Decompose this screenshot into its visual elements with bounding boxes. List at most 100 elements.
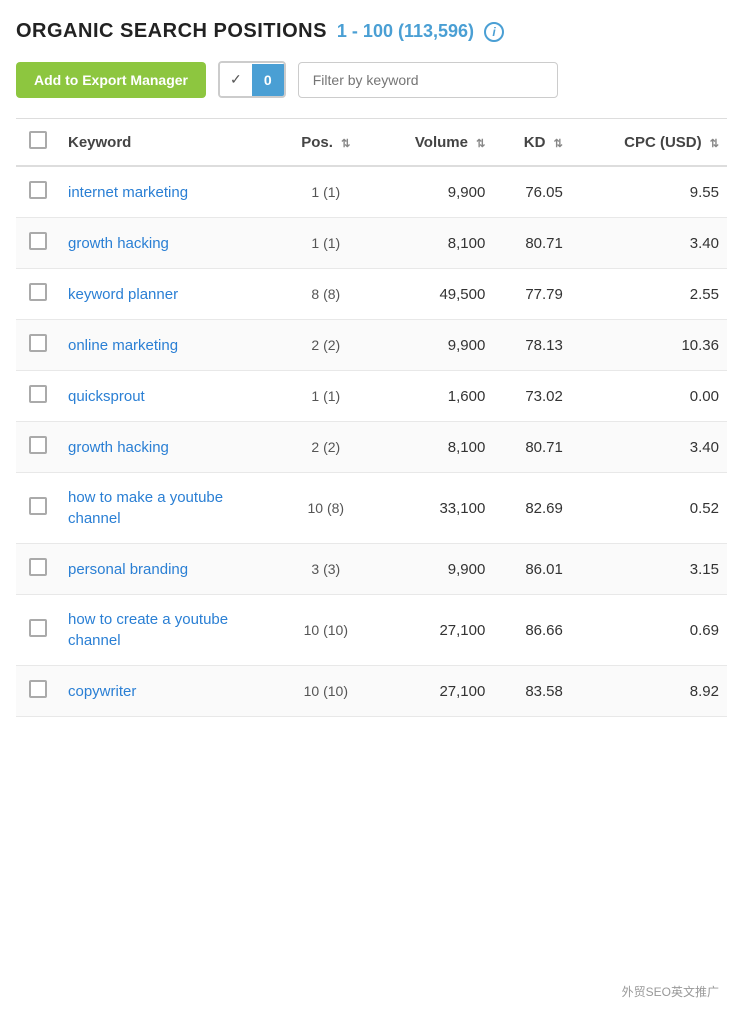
row-checkbox-cell <box>16 595 60 666</box>
badge-container: ✓ 0 <box>218 61 286 98</box>
row-kd: 78.13 <box>493 320 571 371</box>
row-checkbox[interactable] <box>29 558 47 576</box>
keyword-link[interactable]: internet marketing <box>68 184 188 201</box>
row-checkbox[interactable] <box>29 334 47 352</box>
row-pos: 1 (1) <box>280 218 372 269</box>
row-volume: 49,500 <box>372 269 494 320</box>
keyword-link[interactable]: how to create a youtube channel <box>68 611 228 649</box>
col-header-kd[interactable]: KD ⇅ <box>493 119 571 167</box>
table-row: growth hacking 1 (1) 8,100 80.71 3.40 <box>16 218 727 269</box>
export-button[interactable]: Add to Export Manager <box>16 62 206 98</box>
row-pos: 10 (10) <box>280 666 372 717</box>
info-icon[interactable]: i <box>484 22 504 42</box>
row-cpc: 10.36 <box>571 320 727 371</box>
row-checkbox[interactable] <box>29 385 47 403</box>
keyword-link[interactable]: growth hacking <box>68 439 169 456</box>
row-checkbox-cell <box>16 544 60 595</box>
row-checkbox-cell <box>16 666 60 717</box>
row-cpc: 3.15 <box>571 544 727 595</box>
sort-cpc-icon: ⇅ <box>710 137 719 150</box>
row-keyword: keyword planner <box>60 269 280 320</box>
table-row: how to make a youtube channel 10 (8) 33,… <box>16 473 727 544</box>
page-title: ORGANIC SEARCH POSITIONS <box>16 20 327 43</box>
row-checkbox[interactable] <box>29 181 47 199</box>
row-checkbox[interactable] <box>29 436 47 454</box>
table-row: internet marketing 1 (1) 9,900 76.05 9.5… <box>16 166 727 218</box>
sort-kd-icon: ⇅ <box>554 137 563 150</box>
col-header-volume[interactable]: Volume ⇅ <box>372 119 494 167</box>
toolbar: Add to Export Manager ✓ 0 <box>16 61 727 98</box>
table-row: quicksprout 1 (1) 1,600 73.02 0.00 <box>16 371 727 422</box>
row-pos: 10 (8) <box>280 473 372 544</box>
keyword-link[interactable]: quicksprout <box>68 388 145 405</box>
row-kd: 83.58 <box>493 666 571 717</box>
row-volume: 27,100 <box>372 666 494 717</box>
row-keyword: internet marketing <box>60 166 280 218</box>
results-table: Keyword Pos. ⇅ Volume ⇅ KD ⇅ CPC (USD) ⇅… <box>16 118 727 717</box>
keyword-link[interactable]: personal branding <box>68 561 188 578</box>
row-checkbox-cell <box>16 371 60 422</box>
row-keyword: growth hacking <box>60 422 280 473</box>
row-cpc: 3.40 <box>571 422 727 473</box>
keyword-link[interactable]: growth hacking <box>68 235 169 252</box>
row-checkbox[interactable] <box>29 283 47 301</box>
row-keyword: copywriter <box>60 666 280 717</box>
table-row: copywriter 10 (10) 27,100 83.58 8.92 <box>16 666 727 717</box>
row-pos: 1 (1) <box>280 166 372 218</box>
row-volume: 33,100 <box>372 473 494 544</box>
row-cpc: 0.00 <box>571 371 727 422</box>
row-pos: 2 (2) <box>280 422 372 473</box>
row-volume: 9,900 <box>372 320 494 371</box>
row-keyword: how to create a youtube channel <box>60 595 280 666</box>
keyword-link[interactable]: how to make a youtube channel <box>68 489 223 527</box>
row-checkbox[interactable] <box>29 619 47 637</box>
row-volume: 9,900 <box>372 166 494 218</box>
row-keyword: quicksprout <box>60 371 280 422</box>
row-kd: 86.66 <box>493 595 571 666</box>
table-row: growth hacking 2 (2) 8,100 80.71 3.40 <box>16 422 727 473</box>
row-keyword: growth hacking <box>60 218 280 269</box>
row-checkbox-cell <box>16 218 60 269</box>
row-cpc: 9.55 <box>571 166 727 218</box>
row-cpc: 3.40 <box>571 218 727 269</box>
row-checkbox-cell <box>16 422 60 473</box>
row-kd: 77.79 <box>493 269 571 320</box>
row-volume: 27,100 <box>372 595 494 666</box>
row-checkbox[interactable] <box>29 232 47 250</box>
row-keyword: online marketing <box>60 320 280 371</box>
row-pos: 2 (2) <box>280 320 372 371</box>
col-header-keyword[interactable]: Keyword <box>60 119 280 167</box>
row-volume: 8,100 <box>372 422 494 473</box>
row-checkbox-cell <box>16 269 60 320</box>
row-pos: 1 (1) <box>280 371 372 422</box>
row-pos: 10 (10) <box>280 595 372 666</box>
row-checkbox[interactable] <box>29 680 47 698</box>
row-checkbox[interactable] <box>29 497 47 515</box>
filter-input[interactable] <box>298 62 558 98</box>
table-row: personal branding 3 (3) 9,900 86.01 3.15 <box>16 544 727 595</box>
sort-pos-icon: ⇅ <box>341 137 350 150</box>
keyword-link[interactable]: keyword planner <box>68 286 178 303</box>
check-icon: ✓ <box>220 63 252 96</box>
row-kd: 80.71 <box>493 422 571 473</box>
table-row: keyword planner 8 (8) 49,500 77.79 2.55 <box>16 269 727 320</box>
row-volume: 9,900 <box>372 544 494 595</box>
col-header-checkbox[interactable] <box>16 119 60 167</box>
row-kd: 86.01 <box>493 544 571 595</box>
row-volume: 1,600 <box>372 371 494 422</box>
table-row: online marketing 2 (2) 9,900 78.13 10.36 <box>16 320 727 371</box>
row-kd: 73.02 <box>493 371 571 422</box>
table-row: how to create a youtube channel 10 (10) … <box>16 595 727 666</box>
badge-count: 0 <box>252 64 284 96</box>
keyword-link[interactable]: online marketing <box>68 337 178 354</box>
keyword-link[interactable]: copywriter <box>68 683 136 700</box>
row-volume: 8,100 <box>372 218 494 269</box>
select-all-checkbox[interactable] <box>29 131 47 149</box>
row-pos: 8 (8) <box>280 269 372 320</box>
page-range: 1 - 100 (113,596) <box>337 21 474 42</box>
col-header-cpc[interactable]: CPC (USD) ⇅ <box>571 119 727 167</box>
row-checkbox-cell <box>16 166 60 218</box>
row-cpc: 8.92 <box>571 666 727 717</box>
col-header-pos[interactable]: Pos. ⇅ <box>280 119 372 167</box>
row-kd: 76.05 <box>493 166 571 218</box>
